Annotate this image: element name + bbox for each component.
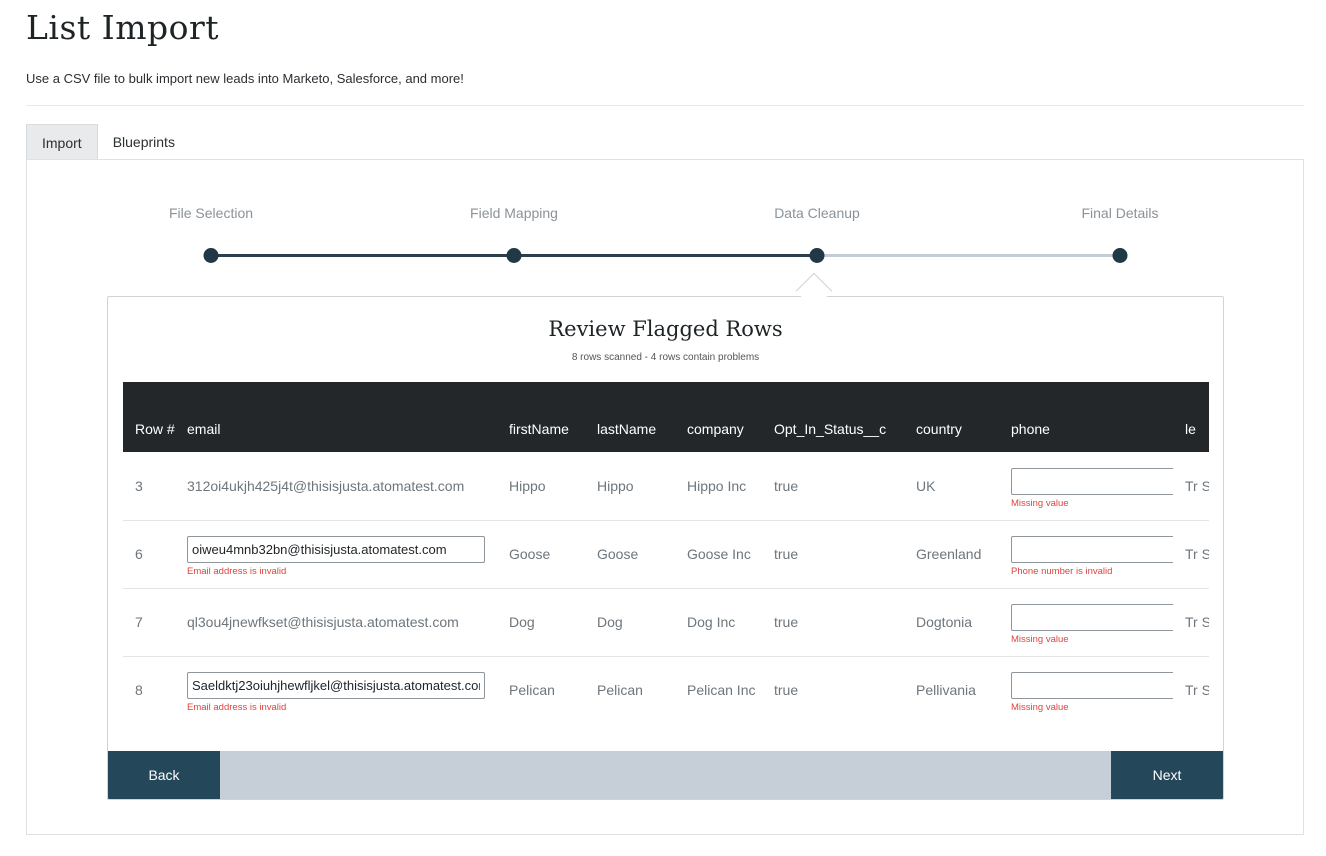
- col-header-opt-in-status: Opt_In_Status__c: [774, 421, 887, 437]
- page-subtitle: Use a CSV file to bulk import new leads …: [26, 71, 464, 86]
- opt-in-value: true: [774, 477, 799, 494]
- row-number: 7: [135, 614, 143, 630]
- opt-in-value: true: [774, 546, 799, 562]
- phone-cell: Missing value: [999, 588, 1173, 656]
- email-input[interactable]: [187, 672, 485, 700]
- page-title: List Import: [26, 8, 220, 47]
- lead-source-value: Tr Sl: [1185, 477, 1209, 494]
- tab-bar: Import Blueprints: [26, 124, 190, 160]
- phone-error: Missing value: [1011, 634, 1069, 645]
- step-dot-field-mapping[interactable]: [506, 248, 522, 263]
- email-cell: Email address is invalid: [175, 656, 497, 724]
- table-row: 7 ql3ou4jnewfkset@thisisjusta.atomatest.…: [123, 588, 1209, 656]
- step-dot-final-details[interactable]: [1112, 248, 1128, 263]
- country-value: Pellivania: [916, 682, 976, 699]
- company-value: Dog Inc: [687, 614, 736, 630]
- phone-input[interactable]: [1011, 467, 1173, 495]
- email-error: Email address is invalid: [187, 566, 287, 577]
- company-value: Hippo Inc: [687, 477, 747, 494]
- phone-error: Missing value: [1011, 702, 1069, 714]
- phone-input[interactable]: [1011, 604, 1173, 631]
- company-value: Pelican Inc: [687, 682, 756, 699]
- col-header-lead-source: le: [1185, 421, 1196, 437]
- step-connector-3: [817, 254, 1120, 257]
- row-number: 6: [135, 546, 143, 562]
- phone-error: Missing value: [1011, 497, 1069, 509]
- col-header-country: country: [916, 421, 962, 437]
- row-number: 3: [135, 477, 143, 494]
- col-header-row-number: Row #: [135, 421, 175, 437]
- country-value: UK: [916, 477, 936, 494]
- table-row: 6 Email address is invalid Goose Goose G…: [123, 520, 1209, 588]
- phone-error: Phone number is invalid: [1011, 566, 1113, 577]
- country-value: Dogtonia: [916, 614, 973, 630]
- email-cell: Email address is invalid: [175, 520, 497, 588]
- step-label-file-selection: File Selection: [168, 205, 254, 221]
- firstname-value: Hippo: [509, 477, 546, 494]
- col-header-firstname: firstName: [509, 421, 569, 437]
- review-summary: 8 rows scanned - 4 rows contain problems: [571, 352, 760, 363]
- divider: [26, 105, 1304, 106]
- next-button[interactable]: Next: [1111, 751, 1223, 799]
- col-header-email: email: [187, 421, 221, 437]
- stepper: File Selection Field Mapping Data Cleanu…: [27, 160, 1303, 280]
- step-label-field-mapping: Field Mapping: [470, 205, 558, 221]
- firstname-value: Goose: [509, 546, 551, 562]
- review-title: Review Flagged Rows: [548, 317, 783, 341]
- lastname-value: Hippo: [597, 477, 634, 494]
- email-value: 312oi4ukjh425j4t@thisisjusta.atomatest.c…: [187, 477, 465, 494]
- col-header-phone: phone: [1011, 421, 1050, 437]
- lead-source-value: Tr Sl: [1185, 546, 1209, 562]
- col-header-lastname: lastName: [597, 421, 657, 437]
- card-footer: Back Next: [108, 751, 1223, 799]
- step-connector-1: [211, 254, 514, 257]
- col-header-company: company: [687, 421, 744, 437]
- lastname-value: Dog: [597, 614, 623, 630]
- phone-input[interactable]: [1011, 672, 1173, 700]
- step-connector-2: [514, 254, 817, 257]
- step-dot-file-selection[interactable]: [203, 248, 219, 263]
- import-panel: File Selection Field Mapping Data Cleanu…: [26, 159, 1304, 835]
- phone-input[interactable]: [1011, 536, 1173, 563]
- email-error: Email address is invalid: [187, 702, 287, 714]
- lead-source-value: Tr Sl: [1185, 682, 1209, 699]
- flagged-rows-table: Row # email firstName lastName company O…: [123, 382, 1209, 724]
- flagged-rows-table-wrap[interactable]: Row # email firstName lastName company O…: [123, 382, 1209, 734]
- opt-in-value: true: [774, 614, 799, 630]
- firstname-value: Pelican: [509, 682, 555, 699]
- step-label-data-cleanup: Data Cleanup: [774, 205, 860, 221]
- review-card: Review Flagged Rows 8 rows scanned - 4 r…: [107, 296, 1224, 800]
- lastname-value: Pelican: [597, 682, 643, 699]
- lastname-value: Goose: [597, 546, 639, 562]
- phone-cell: Missing value: [999, 452, 1173, 520]
- tab-blueprints[interactable]: Blueprints: [98, 124, 190, 160]
- email-input[interactable]: [187, 536, 485, 563]
- table-row: 3 312oi4ukjh425j4t@thisisjusta.atomatest…: [123, 452, 1209, 520]
- firstname-value: Dog: [509, 614, 535, 630]
- country-value: Greenland: [916, 546, 982, 562]
- tab-import[interactable]: Import: [26, 124, 98, 160]
- company-value: Goose Inc: [687, 546, 751, 562]
- email-value: ql3ou4jnewfkset@thisisjusta.atomatest.co…: [187, 614, 459, 630]
- step-label-final-details: Final Details: [1081, 205, 1159, 221]
- opt-in-value: true: [774, 682, 799, 699]
- step-dot-data-cleanup[interactable]: [809, 248, 825, 263]
- table-row: 8 Email address is invalid Pelican Pelic…: [123, 656, 1209, 724]
- phone-cell: Missing value: [999, 656, 1173, 724]
- table-header-row: Row # email firstName lastName company O…: [123, 382, 1209, 452]
- row-number: 8: [135, 682, 143, 699]
- lead-source-value: Tr Sl: [1185, 614, 1209, 630]
- back-button[interactable]: Back: [108, 751, 220, 799]
- phone-cell: Phone number is invalid: [999, 520, 1173, 588]
